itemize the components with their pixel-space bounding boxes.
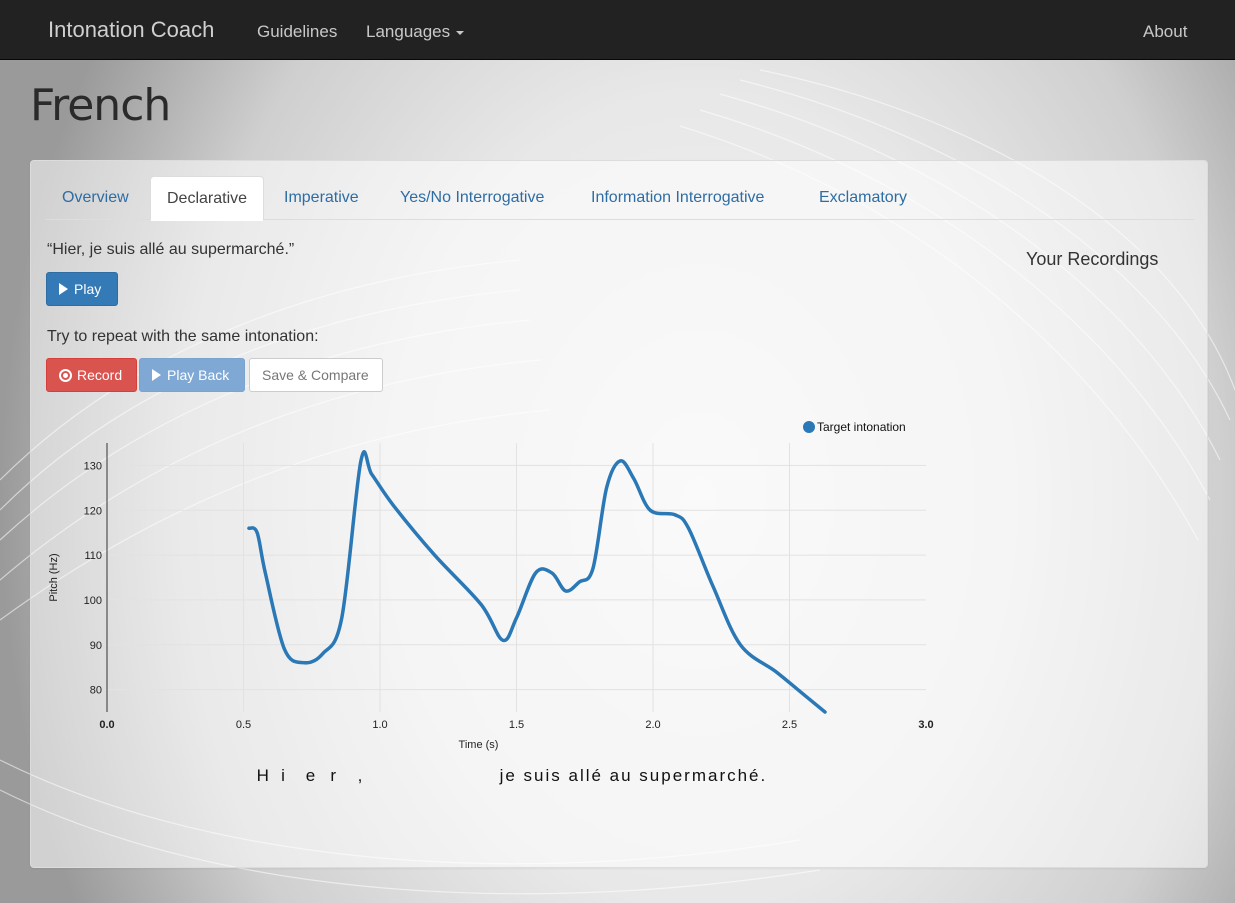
syllable-label: i: [281, 766, 287, 785]
target-sentence: “Hier, je suis allé au supermarché.”: [47, 241, 295, 258]
play-button[interactable]: Play: [46, 272, 118, 306]
y-tick-label: 120: [84, 505, 102, 517]
record-label: Record: [77, 367, 123, 383]
play-label: Play: [74, 281, 102, 297]
caret-down-icon: [456, 30, 465, 35]
tab-overview[interactable]: Overview: [46, 176, 145, 220]
page-title: French: [30, 80, 171, 131]
save-compare-button[interactable]: Save & Compare: [249, 358, 383, 392]
intonation-tabs: Overview Declarative Imperative Yes/No I…: [46, 176, 1194, 221]
y-tick-label: 80: [90, 685, 102, 697]
nav-languages-label: Languages: [366, 22, 451, 41]
repeat-instruction: Try to repeat with the same intonation:: [47, 328, 319, 345]
x-axis-label: Time (s): [459, 739, 499, 751]
tab-information-interrogative[interactable]: Information Interrogative: [575, 176, 780, 220]
series-line-target-intonation: [247, 450, 827, 714]
lesson-panel: Overview Declarative Imperative Yes/No I…: [30, 160, 1208, 868]
legend-marker: [803, 421, 815, 433]
y-tick-label: 100: [84, 595, 102, 607]
x-tick-label: 0.5: [236, 719, 251, 731]
x-tick-label: 2.5: [782, 719, 797, 731]
syllable-label: ,: [357, 766, 365, 785]
recordings-heading: Your Recordings: [1026, 249, 1159, 269]
record-button[interactable]: Record: [46, 358, 137, 392]
legend-label: Target intonation: [817, 420, 906, 434]
record-icon: [59, 369, 72, 382]
y-tick-label: 130: [84, 460, 102, 472]
x-tick-label: 1.5: [509, 719, 524, 731]
brand-link[interactable]: Intonation Coach: [48, 17, 214, 43]
top-navbar: Intonation Coach Guidelines Languages Ab…: [0, 0, 1235, 60]
play-icon: [59, 283, 68, 295]
syllable-label: je suis allé au supermarché.: [499, 766, 768, 785]
syllable-annotations: Hi e r, je suis allé au supermarché.: [31, 766, 1209, 790]
play-icon: [152, 369, 161, 381]
nav-guidelines[interactable]: Guidelines: [257, 22, 337, 42]
syllable-label: e: [305, 766, 318, 785]
playback-button[interactable]: Play Back: [139, 358, 245, 392]
x-tick-label: 1.0: [372, 719, 387, 731]
playback-label: Play Back: [167, 367, 230, 383]
tab-imperative[interactable]: Imperative: [268, 176, 375, 220]
nav-languages-dropdown[interactable]: Languages: [366, 22, 465, 42]
tab-declarative[interactable]: Declarative: [150, 176, 265, 221]
syllable-label: r: [330, 766, 338, 785]
tab-exclamatory[interactable]: Exclamatory: [803, 176, 923, 220]
nav-about[interactable]: About: [1143, 22, 1187, 42]
y-tick-label: 110: [84, 550, 102, 562]
tab-yes-no-interrogative[interactable]: Yes/No Interrogative: [384, 176, 560, 220]
y-tick-label: 90: [90, 640, 102, 652]
y-axis-label: Pitch (Hz): [48, 553, 60, 601]
x-tick-label: 2.0: [645, 719, 660, 731]
syllable-label: H: [256, 766, 271, 785]
x-tick-label: 3.0: [918, 719, 933, 731]
x-tick-label: 0.0: [99, 719, 114, 731]
